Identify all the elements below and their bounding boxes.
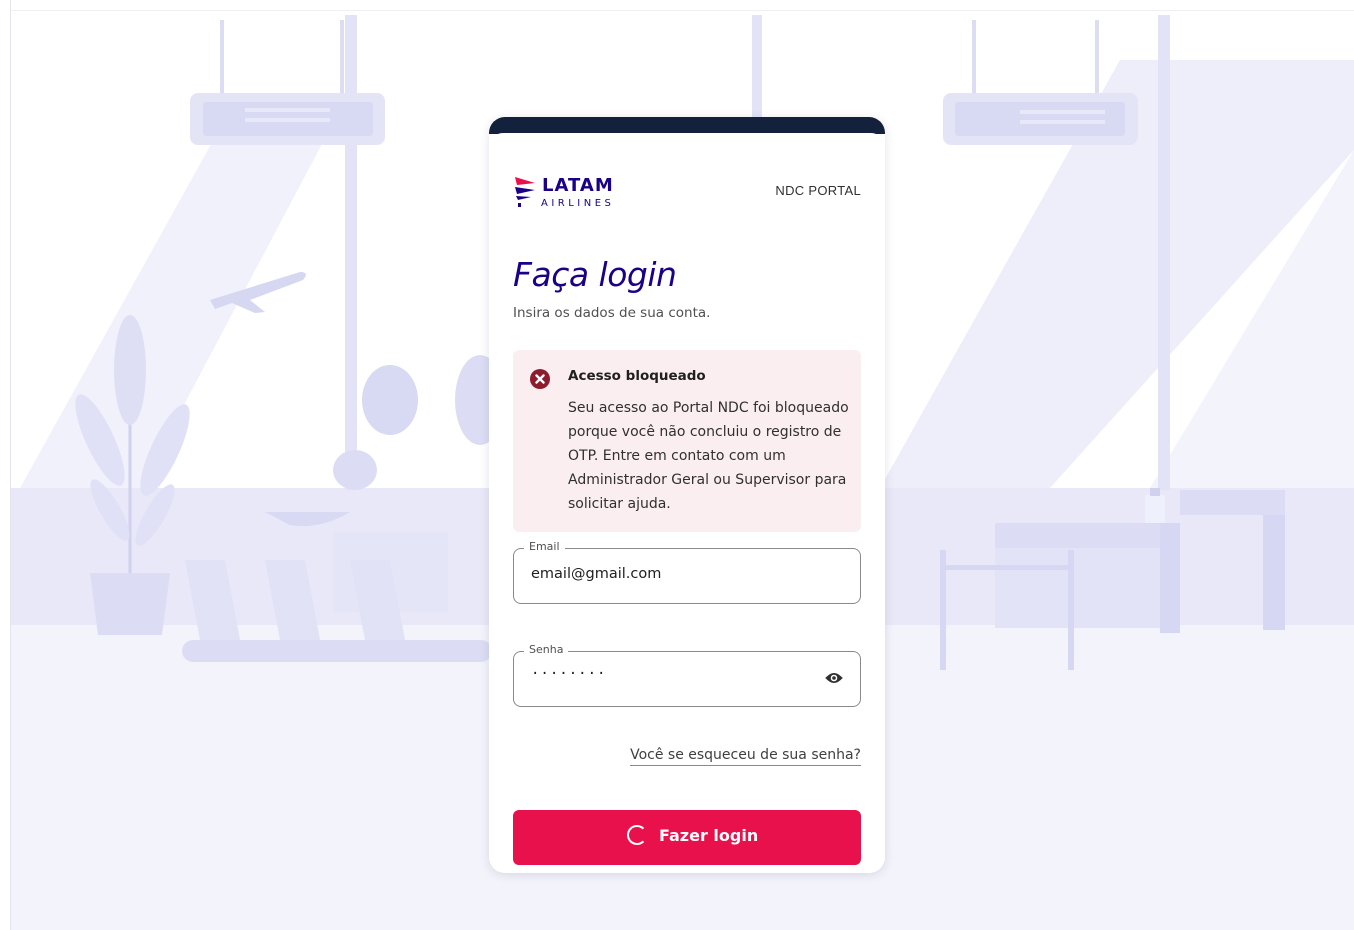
error-circle-icon — [530, 369, 550, 389]
password-field[interactable]: Senha ········ — [513, 643, 861, 707]
card-top-accent-bar — [489, 117, 885, 134]
eye-icon[interactable] — [824, 670, 844, 686]
logo-wordmark: LATAM — [542, 175, 614, 196]
password-label: Senha — [524, 643, 569, 656]
email-label: Email — [524, 540, 565, 553]
email-input-value[interactable]: email@gmail.com — [531, 566, 661, 582]
page-title: Faça login — [513, 255, 677, 294]
alert-message: Seu acesso ao Portal NDC foi bloqueado p… — [568, 400, 849, 512]
logo-subtext: AIRLINES — [541, 198, 615, 209]
login-card: LATAM AIRLINES NDC PORTAL Faça login Ins… — [489, 117, 885, 873]
latam-airlines-logo: LATAM AIRLINES — [513, 175, 633, 215]
loading-spinner-icon — [627, 825, 647, 845]
login-button[interactable]: Fazer login — [513, 810, 861, 865]
portal-label: NDC PORTAL — [775, 183, 861, 198]
card-body: LATAM AIRLINES NDC PORTAL Faça login Ins… — [489, 133, 885, 873]
password-input-value[interactable]: ········ — [531, 666, 606, 682]
login-button-label: Fazer login — [659, 826, 759, 845]
latam-logo-mark-icon — [515, 177, 535, 207]
alert-title: Acesso bloqueado — [568, 368, 706, 384]
email-field[interactable]: Email email@gmail.com — [513, 540, 861, 604]
blocked-access-alert: Acesso bloqueado Seu acesso ao Portal ND… — [513, 350, 861, 532]
page-subtitle: Insira os dados de sua conta. — [513, 305, 711, 321]
forgot-password-link[interactable]: Você se esqueceu de sua senha? — [630, 747, 861, 766]
